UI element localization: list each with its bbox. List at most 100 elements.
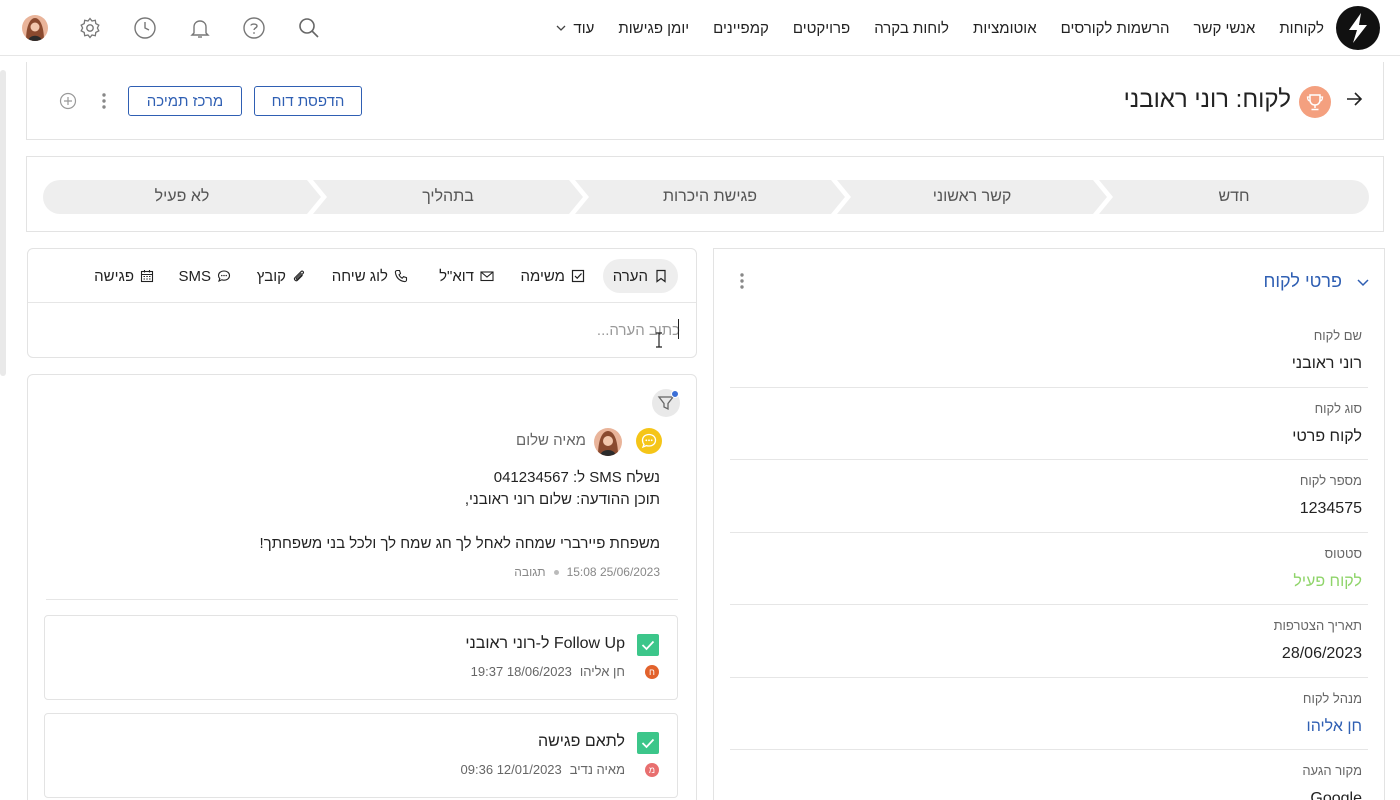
more-options-icon[interactable] [739,272,745,290]
search-icon[interactable] [297,16,321,40]
nav-item-course-registrations[interactable]: הרשמות לקורסים [1049,20,1182,37]
status-value: לקוח פעיל [1293,573,1362,590]
envelope-icon [480,271,494,282]
tab-meeting[interactable]: פגישה [84,259,164,293]
separator-dot [553,569,559,575]
task-user: מאיה נדיב [569,762,625,777]
field-label: סטטוס [1324,546,1362,561]
field-label: סוג לקוח [1314,401,1362,416]
nav-item-automations[interactable]: אוטומציות [961,20,1049,37]
filter-button[interactable] [652,389,680,417]
sms-recipient-line: נשלח SMS ל: 041234567 [493,469,660,486]
arrow-right-icon[interactable] [1345,90,1363,108]
nav-item-campaigns[interactable]: קמפיינים [701,20,781,37]
chevron-down-icon [556,25,566,31]
task-checkbox[interactable] [637,634,659,656]
tab-label: פגישה [94,267,134,285]
task-item[interactable]: לתאם פגישה מ מאיה נדיב 12/01/2023 09:36 [44,713,678,798]
nav-item-dashboards[interactable]: לוחות בקרה [862,20,961,37]
task-meta: מאיה נדיב 12/01/2023 09:36 [461,762,625,777]
check-icon [641,640,655,651]
record-header: לקוח: רוני ראובני הדפסת דוח מרכז תמיכה [26,62,1384,140]
note-input[interactable] [40,319,680,341]
field-status[interactable]: סטטוס לקוח פעיל [730,533,1368,605]
text-caret [678,319,679,339]
tab-label: לוג שיחה [331,267,388,285]
nav-more-dropdown[interactable]: עוד [543,20,606,37]
tab-label: הערה [612,267,648,285]
top-navbar: לקוחות אנשי קשר הרשמות לקורסים אוטומציות… [0,0,1400,56]
field-label: תאריך הצטרפות [1273,618,1362,633]
tab-sms[interactable]: SMS [168,259,241,293]
filter-active-dot [671,390,679,398]
nav-item-contacts[interactable]: אנשי קשר [1182,20,1268,37]
tab-task[interactable]: משימה [510,259,595,293]
composer-tabs: הערה משימה דוא"ל לוג שיחה קובץ SMS פגישה [28,249,696,303]
tab-file[interactable]: קובץ [247,259,316,293]
stage-inactive[interactable]: לא פעיל [43,180,321,214]
stage-in-progress[interactable]: בתהליך [313,180,583,214]
account-manager-link[interactable]: חן אליהו [1307,718,1362,736]
sms-activity-icon [636,428,662,454]
field-value: 28/06/2023 [1281,645,1362,662]
chevron-down-icon[interactable] [1356,275,1370,289]
field-join-date[interactable]: תאריך הצטרפות 28/06/2023 [730,605,1368,678]
gear-icon[interactable] [78,16,102,40]
activity-author[interactable]: מאיה שלום [516,432,586,449]
section-title[interactable]: פרטי לקוח [1263,271,1342,292]
checkbox-icon [571,269,585,283]
sms-body-line: משפחת פיירברי שמחה לאחל לך חג שמח לך ולכ… [259,535,660,552]
bell-icon[interactable] [188,16,212,40]
divider [46,599,678,600]
phone-icon [394,269,408,283]
tab-note[interactable]: הערה [602,259,678,293]
nav-item-customers[interactable]: לקוחות [1267,20,1336,37]
app-logo[interactable] [1336,6,1380,50]
more-options-icon[interactable] [101,92,107,110]
task-item[interactable]: Follow Up ל-רוני ראובני ח חן אליהו 18/06… [44,615,678,700]
task-user: חן אליהו [579,664,625,679]
help-icon[interactable] [242,16,266,40]
customer-details-panel: פרטי לקוח שם לקוח רוני ראובני סוג לקוח ל… [713,248,1385,800]
tab-email[interactable]: דוא"ל [429,259,504,293]
sms-meta: 25/06/2023 15:08 תגובה [514,565,660,579]
field-value: 1234575 [1299,500,1362,517]
activity-composer: הערה משימה דוא"ל לוג שיחה קובץ SMS פגישה [27,248,697,358]
field-label: שם לקוח [1313,328,1362,343]
trophy-icon [1299,86,1331,118]
nav-item-projects[interactable]: פרויקטים [781,20,862,37]
nav-item-meetings-calendar[interactable]: יומן פגישות [606,20,701,37]
field-value: Google [1310,790,1362,800]
task-title: לתאם פגישה [537,733,625,750]
field-lead-source[interactable]: מקור הגעה Google [730,750,1368,800]
field-account-manager[interactable]: מנהל לקוח חן אליהו [730,678,1368,750]
field-label: מקור הגעה [1302,763,1362,778]
stage-intro-meeting[interactable]: פגישת היכרות [575,180,845,214]
user-avatar[interactable] [22,15,48,41]
print-report-button[interactable]: הדפסת דוח [254,86,362,116]
tab-call-log[interactable]: לוג שיחה [322,259,418,293]
calendar-icon [140,270,154,283]
field-value: רוני ראובני [1291,355,1362,372]
field-customer-name[interactable]: שם לקוח רוני ראובני [730,315,1368,388]
add-circle-icon[interactable] [59,92,77,110]
stage-new[interactable]: חדש [1099,180,1369,214]
field-customer-number[interactable]: מספר לקוח 1234575 [730,460,1368,533]
stage-first-contact[interactable]: קשר ראשוני [837,180,1107,214]
page-scrollbar[interactable] [0,70,6,376]
user-initial-avatar: ח [645,665,659,679]
pipeline-stages: חדש קשר ראשוני פגישת היכרות בתהליך לא פע… [26,156,1384,232]
reply-link[interactable]: תגובה [514,565,545,579]
clock-icon[interactable] [133,16,157,40]
activity-feed: מאיה שלום נשלח SMS ל: 041234567 תוכן ההו… [27,374,697,800]
sms-datetime: 25/06/2023 15:08 [566,565,660,579]
support-center-button[interactable]: מרכז תמיכה [128,86,242,116]
field-customer-type[interactable]: סוג לקוח לקוח פרטי [730,388,1368,460]
task-datetime: 12/01/2023 09:36 [460,762,562,777]
task-datetime: 18/06/2023 19:37 [470,664,572,679]
author-avatar [594,428,622,456]
nav-more-label: עוד [573,19,595,37]
user-initial-avatar: מ [645,763,659,777]
task-title: Follow Up ל-רוני ראובני [465,635,625,652]
task-checkbox[interactable] [637,732,659,754]
